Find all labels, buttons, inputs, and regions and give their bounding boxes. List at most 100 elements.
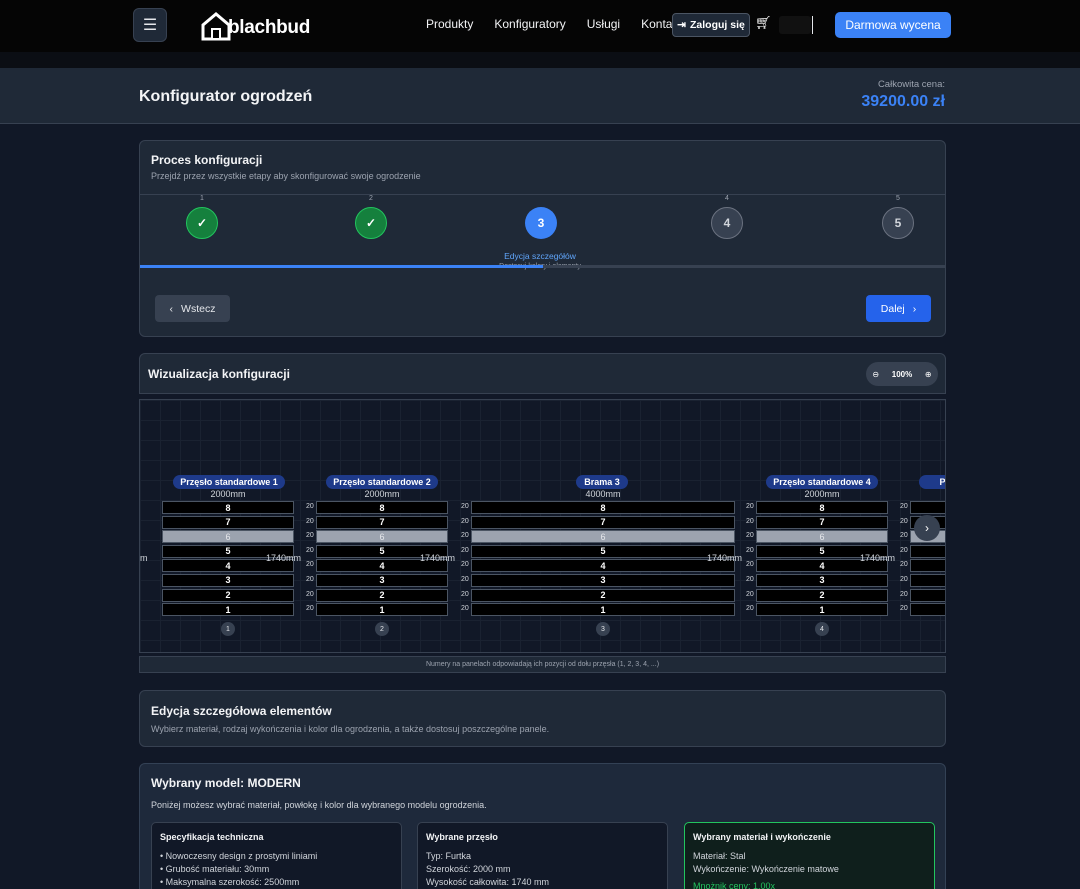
section-tag[interactable]: Brama 3 xyxy=(576,475,628,489)
total-price-label: Całkowita cena: xyxy=(877,79,945,90)
fence-panel[interactable]: 1 xyxy=(162,603,294,617)
fence-panel[interactable]: 8 xyxy=(471,501,735,514)
material-title: Wybrany materiał i wykończenie xyxy=(693,832,831,842)
gap-label: 20 xyxy=(746,546,754,554)
step-number: 1 xyxy=(200,195,204,202)
visualization-title: Wizualizacja konfiguracji xyxy=(148,367,290,381)
scroll-right-button[interactable]: › xyxy=(914,515,940,541)
fence-panel[interactable]: 1 xyxy=(316,603,448,617)
section-position-badge: 3 xyxy=(596,622,610,636)
fence-panel[interactable]: 2 xyxy=(756,588,888,602)
gap-label: 20 xyxy=(461,605,469,613)
section-tag[interactable]: Przęsło standardowe 2 xyxy=(326,475,438,489)
step-2[interactable]: 2 ✓ xyxy=(351,195,391,239)
process-card: Proces konfiguracji Przejdź przez wszyst… xyxy=(139,140,946,337)
model-title: Wybrany model: MODERN xyxy=(151,776,301,790)
fence-panel[interactable]: 3 xyxy=(756,573,888,587)
login-icon: ⇥ xyxy=(677,19,686,31)
fence-panel[interactable]: 2 xyxy=(162,588,294,602)
fence-panel[interactable]: 2 xyxy=(910,588,945,602)
fence-panel[interactable]: 6 xyxy=(471,530,735,544)
gap-label: 20 xyxy=(306,503,314,510)
gap-label: 20 xyxy=(461,590,469,598)
zoom-control: ⊖ 100% ⊕ xyxy=(866,362,938,386)
section-tag[interactable]: Przęsło standardowe 4 xyxy=(766,475,878,489)
step-number: 4 xyxy=(725,195,729,202)
fence-panel[interactable]: 2 xyxy=(316,588,448,602)
nav-shadow xyxy=(0,52,1080,68)
fence-panel[interactable]: 5 xyxy=(910,544,945,558)
material-box: Wybrany materiał i wykończenie Materiał:… xyxy=(684,822,935,889)
step-circle: 5 xyxy=(882,207,914,239)
detail-edit-subtitle: Wybierz materiał, rodzaj wykończenia i k… xyxy=(151,724,550,734)
chevron-left-icon: ‹ xyxy=(169,302,174,315)
fence-panel[interactable]: 1 xyxy=(756,603,888,617)
nav-link-produkty[interactable]: Produkty xyxy=(426,17,473,31)
fence-panel[interactable]: 4 xyxy=(471,559,735,573)
free-quote-button[interactable]: Darmowa wycena xyxy=(835,12,951,38)
fence-panel[interactable]: 8 xyxy=(756,501,888,514)
fence-panel[interactable]: 6 xyxy=(316,530,448,544)
section-tag[interactable]: Prze xyxy=(919,475,945,489)
gap-label: 20 xyxy=(306,605,314,613)
zoom-out-icon[interactable]: ⊖ xyxy=(872,370,879,379)
nav-links: Produkty Konfiguratory Usługi Kontakt xyxy=(426,17,703,31)
fence-panel[interactable]: 7 xyxy=(162,515,294,529)
section-width-label: 2000mm xyxy=(364,489,400,499)
fence-panel[interactable]: 1 xyxy=(471,603,735,617)
fence-panel[interactable]: 8 xyxy=(910,501,945,514)
nav-link-konfiguratory[interactable]: Konfiguratory xyxy=(494,17,565,31)
chevron-right-icon: › xyxy=(925,521,929,535)
step-3[interactable]: 3 xyxy=(521,195,561,239)
section-height-label: 1740mm xyxy=(860,553,896,563)
model-subtitle: Poniżej możesz wybrać materiał, powłokę … xyxy=(151,800,487,810)
fence-panel[interactable]: 1 xyxy=(910,603,945,617)
page-title: Konfigurator ogrodzeń xyxy=(139,88,313,105)
login-button[interactable]: ⇥ Zaloguj się xyxy=(672,13,750,37)
gap-label: 20 xyxy=(746,532,754,540)
fence-panel[interactable]: 7 xyxy=(756,515,888,529)
next-button[interactable]: Dalej › xyxy=(866,295,931,322)
fence-panel[interactable]: 3 xyxy=(316,573,448,587)
zoom-level: 100% xyxy=(891,369,913,379)
check-icon: ✓ xyxy=(186,207,218,239)
cart-icon[interactable]: 🛒︎ xyxy=(755,15,772,31)
spec-item: • Grubość materiału: 30mm xyxy=(160,864,270,874)
brand-logo[interactable]: blachbud xyxy=(200,9,310,41)
fence-panel[interactable]: 4 xyxy=(910,559,945,573)
material-item: Materiał: Stal xyxy=(693,851,746,861)
step-4[interactable]: 4 4 xyxy=(707,195,747,239)
fence-panel[interactable]: 3 xyxy=(162,573,294,587)
fence-panel[interactable]: 8 xyxy=(316,501,448,514)
spec-item: • Nowoczesny design z prostymi liniami xyxy=(160,851,318,861)
gap-label: 20 xyxy=(306,532,314,540)
hamburger-menu-button[interactable]: ☰ xyxy=(133,8,167,42)
nav-link-uslugi[interactable]: Usługi xyxy=(587,17,620,31)
fence-panel[interactable]: 2 xyxy=(471,588,735,602)
selected-model-card: Wybrany model: MODERN Poniżej możesz wyb… xyxy=(139,763,946,889)
fence-panel[interactable]: 5 xyxy=(471,544,735,558)
section-position-badge: 2 xyxy=(375,622,389,636)
active-step-label: Edycja szczegółów xyxy=(504,251,576,261)
fence-panel[interactable]: 3 xyxy=(910,573,945,587)
gap-label: 20 xyxy=(900,590,908,598)
gap-label: 20 xyxy=(900,605,908,613)
fence-panel[interactable]: 8 xyxy=(162,501,294,514)
detail-edit-title: Edycja szczegółowa elementów xyxy=(151,704,332,718)
fence-panel[interactable]: 6 xyxy=(162,530,294,544)
span-item: Wysokość całkowita: 1740 mm xyxy=(426,877,549,887)
process-subtitle: Przejdź przez wszystkie etapy aby skonfi… xyxy=(151,171,421,181)
fence-panel[interactable]: 3 xyxy=(471,573,735,587)
gap-label: 20 xyxy=(900,532,908,540)
price-multiplier: Mnożnik ceny: 1.00x xyxy=(693,881,776,889)
fence-canvas[interactable]: m Przęsło standardowe 1 2000mm 8 7 6 5 4 3 2 1 174… xyxy=(139,399,946,653)
back-button[interactable]: ‹ Wstecz xyxy=(155,295,230,322)
step-1[interactable]: 1 ✓ xyxy=(182,195,222,239)
zoom-in-icon[interactable]: ⊕ xyxy=(925,370,932,379)
fence-panel[interactable]: 7 xyxy=(471,515,735,529)
fence-panel[interactable]: 7 xyxy=(316,515,448,529)
section-tag[interactable]: Przęsło standardowe 1 xyxy=(173,475,285,489)
step-5[interactable]: 5 5 xyxy=(878,195,918,239)
gap-label: 20 xyxy=(461,561,469,569)
fence-panel[interactable]: 6 xyxy=(756,530,888,544)
